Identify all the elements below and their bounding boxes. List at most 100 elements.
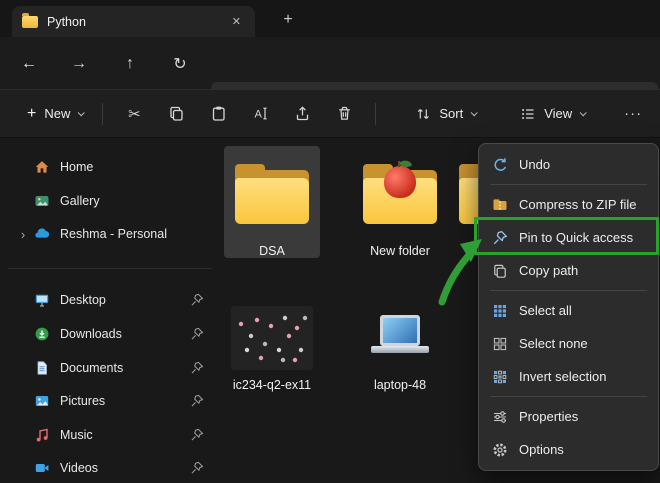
context-menu: Undo Compress to ZIP file Pin to Quick a… [478,143,659,471]
file-tile-new-folder[interactable]: New folder [352,146,448,258]
pin-icon[interactable] [190,361,204,375]
forward-button[interactable]: → [63,49,95,78]
chevron-down-icon [471,109,478,116]
sidebar-item-label: Reshma - Personal [60,227,167,241]
menu-item-properties[interactable]: Properties [483,400,654,433]
file-name: laptop-48 [374,378,426,392]
rename-button[interactable]: A [239,97,281,131]
copy-path-icon [492,263,508,279]
sidebar-item-documents[interactable]: Documents [8,353,214,383]
file-tile-dsa[interactable]: DSA [224,146,320,258]
sidebar-item-label: Downloads [60,327,122,341]
menu-item-pin-to-quick-access[interactable]: Pin to Quick access [483,221,654,254]
sort-icon [415,106,431,122]
file-name: New folder [370,244,430,258]
menu-item-label: Invert selection [519,369,606,384]
tab-bar: Python ✕ + [0,0,660,37]
sidebar-item-label: Gallery [60,194,100,208]
laptop-image-thumbnail [352,302,448,374]
folder-icon [22,16,38,28]
menu-item-label: Options [519,442,564,457]
menu-item-label: Undo [519,157,550,172]
menu-item-label: Properties [519,409,578,424]
pin-icon[interactable] [190,428,204,442]
toolbar-divider [102,103,103,125]
music-icon [34,427,50,443]
refresh-button[interactable]: ↻ [164,49,196,78]
menu-item-label: Select none [519,336,588,351]
cut-icon: ✂ [128,105,141,123]
sidebar-item-downloads[interactable]: Downloads [8,319,214,349]
select-all-icon [492,303,508,319]
delete-button[interactable] [323,97,365,131]
copy-icon [168,105,185,122]
pin-icon[interactable] [190,293,204,307]
back-button[interactable]: ← [13,49,45,78]
sidebar-item-gallery[interactable]: Gallery [8,186,214,216]
gear-icon [492,442,508,458]
pin-icon[interactable] [190,394,204,408]
plus-icon: + [27,106,36,122]
expand-chevron-icon[interactable]: › [16,227,30,242]
menu-item-undo[interactable]: Undo [483,148,654,181]
rename-icon: A [252,105,269,122]
folder-icon [224,154,320,240]
documents-icon [34,360,50,376]
sidebar-item-label: Pictures [60,394,105,408]
sidebar-item-label: Music [60,428,93,442]
onedrive-icon [34,226,50,242]
command-toolbar: + New ✂ A Sort View ··· [0,90,660,138]
more-options-button[interactable]: ··· [624,105,642,122]
sort-button-label: Sort [439,106,463,121]
copy-button[interactable] [155,97,197,131]
menu-item-options[interactable]: Options [483,433,654,466]
sort-button[interactable]: Sort [406,97,485,131]
menu-item-copy-path[interactable]: Copy path [483,254,654,287]
pin-icon [492,230,508,246]
menu-item-compress-zip[interactable]: Compress to ZIP file [483,188,654,221]
folder-with-apple-icon [352,154,448,240]
new-button-label: New [44,106,70,121]
pin-icon[interactable] [190,327,204,341]
menu-item-invert-selection[interactable]: Invert selection [483,360,654,393]
toolbar-divider [375,103,376,125]
sidebar-item-music[interactable]: Music [8,420,214,450]
menu-item-label: Copy path [519,263,578,278]
up-button[interactable]: ↑ [114,49,146,78]
pictures-icon [34,393,50,409]
menu-divider [490,184,647,185]
share-button[interactable] [281,97,323,131]
new-tab-button[interactable]: + [276,8,300,32]
paste-button[interactable] [197,97,239,131]
cut-button[interactable]: ✂ [113,97,155,131]
file-tile-laptop-48[interactable]: laptop-48 [352,294,448,392]
sidebar-item-label: Documents [60,361,123,375]
gallery-icon [34,193,50,209]
svg-text:A: A [254,109,262,121]
view-button-label: View [544,106,572,121]
chevron-down-icon [580,109,587,116]
scatter-image-thumbnail [224,302,320,374]
undo-icon [492,157,508,173]
select-none-icon [492,336,508,352]
menu-item-label: Compress to ZIP file [519,197,637,212]
sidebar-item-onedrive-reshma[interactable]: › Reshma - Personal [8,219,214,249]
new-button[interactable]: + New [18,97,92,131]
view-icon [520,106,536,122]
tab-python[interactable]: Python ✕ [12,6,255,37]
sidebar-item-label: Home [60,160,93,174]
pin-icon[interactable] [190,461,204,475]
file-name: DSA [259,244,285,258]
menu-item-select-none[interactable]: Select none [483,327,654,360]
menu-item-select-all[interactable]: Select all [483,294,654,327]
sidebar-item-home[interactable]: Home [8,152,214,182]
sidebar-item-videos[interactable]: Videos [8,453,214,483]
menu-item-label: Pin to Quick access [519,230,633,245]
menu-divider [490,396,647,397]
sidebar-item-desktop[interactable]: Desktop [8,285,214,315]
sidebar-item-pictures[interactable]: Pictures [8,386,214,416]
paste-icon [210,105,227,122]
close-tab-icon[interactable]: ✕ [228,13,245,30]
view-button[interactable]: View [511,97,594,131]
file-tile-ic234[interactable]: ic234-q2-ex11 [224,294,320,392]
